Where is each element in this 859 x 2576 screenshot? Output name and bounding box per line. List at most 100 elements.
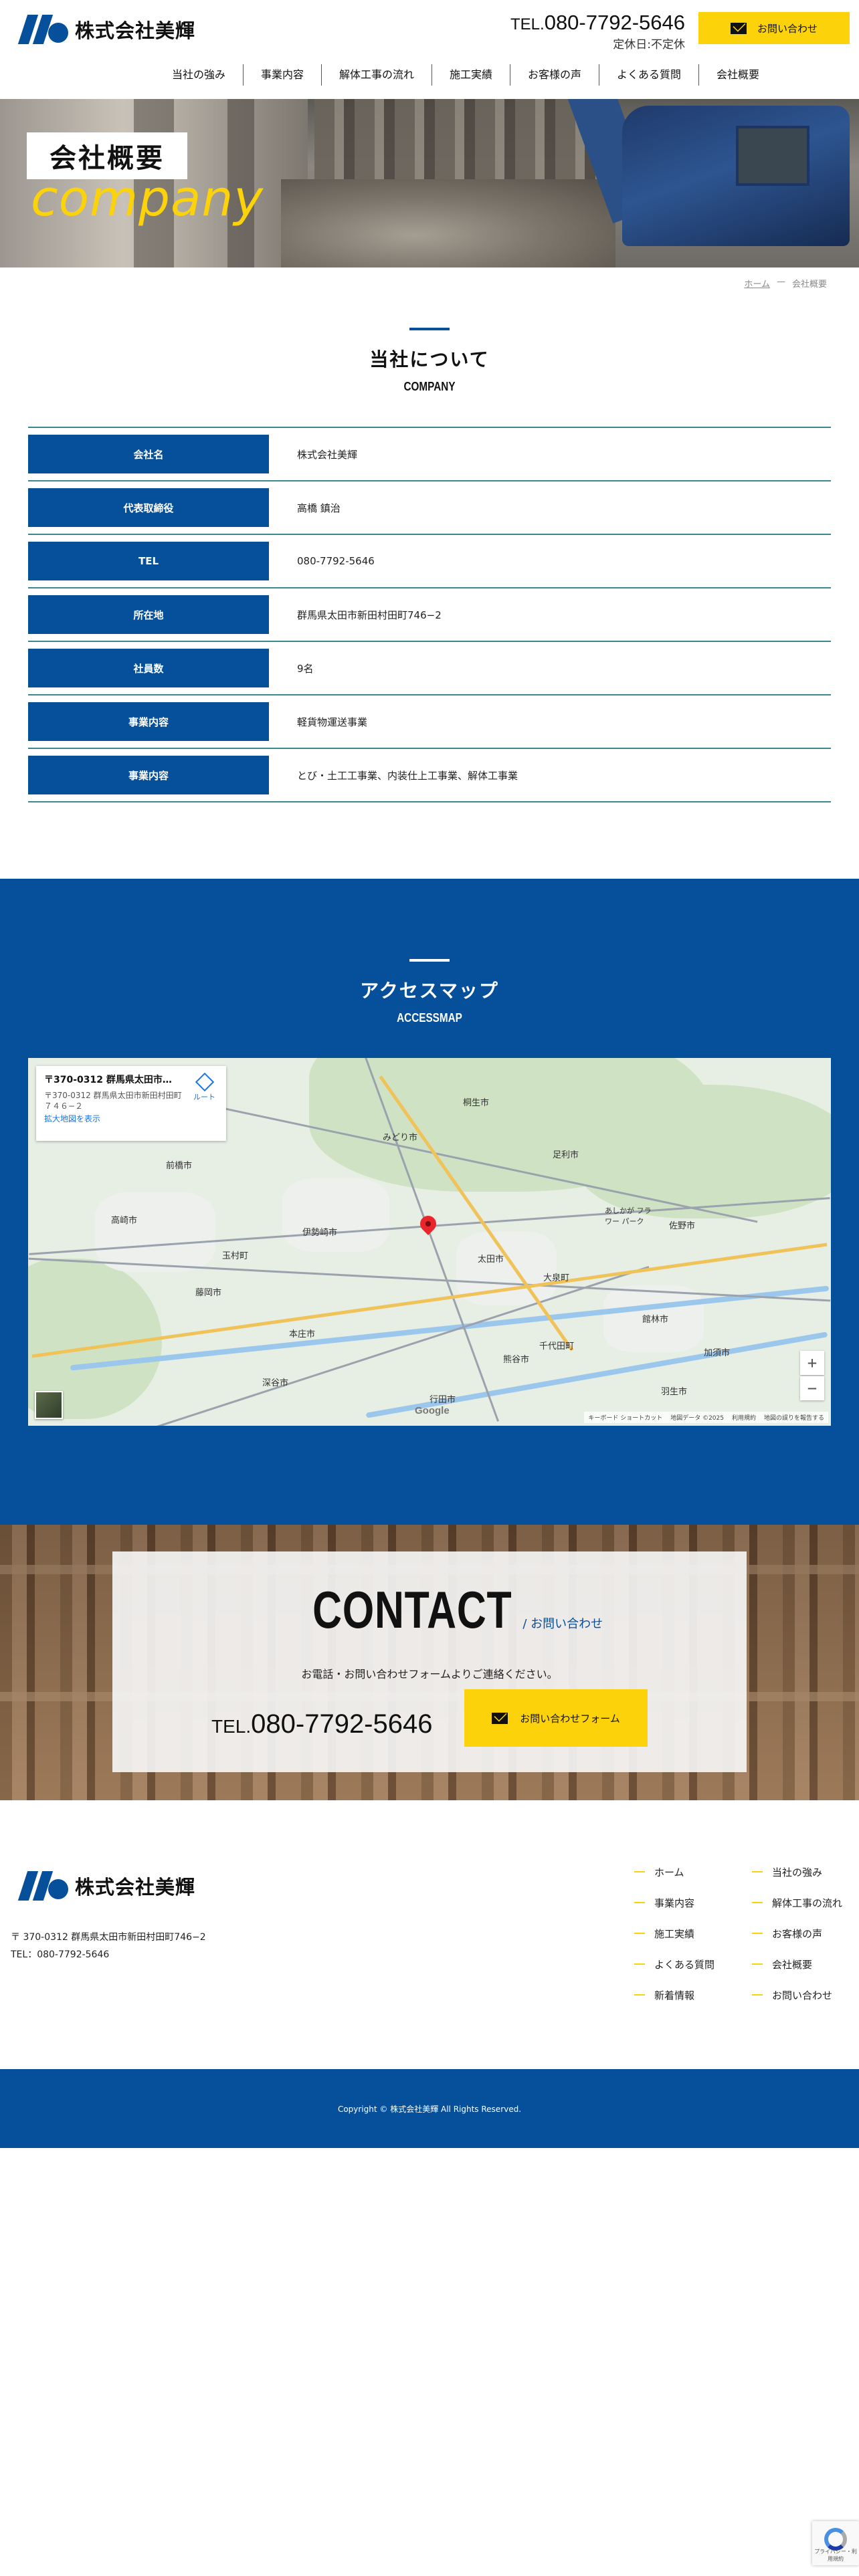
- dash-icon: [634, 1994, 645, 1996]
- map-zoom-out-button[interactable]: −: [800, 1376, 824, 1400]
- map-marker-icon[interactable]: [417, 1212, 440, 1235]
- table-row: 所在地 群馬県太田市新田村田町746−2: [28, 588, 831, 642]
- recaptcha-badge[interactable]: プライバシー・利用規約: [812, 2521, 859, 2565]
- map-card-address: 〒370-0312 群馬県太田市新田村田町７４６−２: [44, 1091, 182, 1111]
- footer-address: 〒 370-0312 群馬県太田市新田村田町746−2: [11, 1932, 206, 1943]
- row-value: 高橋 鎮治: [297, 502, 341, 514]
- row-value: 9名: [297, 662, 314, 675]
- row-value: 080-7792-5646: [297, 555, 375, 567]
- nav-item-services[interactable]: 事業内容: [242, 64, 321, 86]
- access-section: アクセスマップ ACCESSMAP 高崎市 伊勢崎市 みどり市 足利市 あしかが…: [0, 879, 859, 1525]
- footer-logo[interactable]: 株式会社美輝: [17, 1871, 196, 1901]
- company-title-jp: 当社について: [369, 348, 490, 370]
- footer-link-label: 新着情報: [654, 1989, 695, 2002]
- map-attribution: キーボード ショートカット 地図データ ©2025 利用規約 地図の誤りを報告す…: [584, 1412, 828, 1423]
- footer-link[interactable]: ホーム: [634, 1863, 752, 1881]
- table-row: 代表取締役 高橋 鎮治: [28, 481, 831, 535]
- map-label: 加須市: [704, 1348, 731, 1358]
- table-row: 事業内容 とび・土工工事業、内装仕上工事業、解体工事業: [28, 749, 831, 802]
- site-header: 株式会社美輝 TEL.080-7792-5646 定休日:不定休 お問い合わせ …: [0, 0, 859, 99]
- map-label: 桐生市: [463, 1098, 490, 1108]
- footer-link-label: お問い合わせ: [772, 1989, 833, 2002]
- footer-link-label: 事業内容: [654, 1897, 695, 1909]
- breadcrumb-home[interactable]: ホーム: [744, 277, 770, 290]
- map-label: 熊谷市: [503, 1355, 530, 1365]
- contact-title-jp: / お問い合わせ: [522, 1617, 603, 1631]
- recaptcha-text: プライバシー・利用規約: [814, 2549, 857, 2562]
- map-label: 高崎市: [111, 1216, 138, 1226]
- table-row: TEL 080-7792-5646: [28, 535, 831, 588]
- recaptcha-icon: [824, 2528, 847, 2551]
- hero-bg-debris: [281, 179, 615, 267]
- dash-icon: [634, 1933, 645, 1934]
- map-shortcuts-link[interactable]: キーボード ショートカット: [588, 1413, 662, 1422]
- breadcrumb-separator: —: [776, 277, 785, 287]
- access-heading: アクセスマップ ACCESSMAP: [0, 959, 859, 1025]
- google-logo: Google: [415, 1405, 450, 1416]
- map-terms-link[interactable]: 利用規約: [732, 1413, 756, 1422]
- row-label: 会社名: [28, 435, 269, 473]
- dash-icon: [634, 1963, 645, 1965]
- header-contact-button[interactable]: お問い合わせ: [698, 12, 850, 44]
- footer-link-label: 当社の強み: [772, 1866, 823, 1879]
- footer-link[interactable]: 新着情報: [634, 1986, 752, 2004]
- company-heading: 当社について COMPANY: [0, 328, 859, 394]
- site-footer: 株式会社美輝 〒 370-0312 群馬県太田市新田村田町746−2 TEL：0…: [0, 1800, 859, 2068]
- directions-icon: [195, 1072, 214, 1092]
- map-zoom-in-button[interactable]: +: [800, 1351, 824, 1375]
- row-value: 軽貨物運送事業: [297, 716, 368, 728]
- dash-icon: [634, 1902, 645, 1903]
- dash-icon: [634, 1871, 645, 1872]
- nav-item-voices[interactable]: お客様の声: [510, 64, 599, 86]
- nav-item-works[interactable]: 施工実績: [431, 64, 510, 86]
- map-enlarge-link[interactable]: 拡大地図を表示: [44, 1114, 100, 1123]
- header-contact-label: お問い合わせ: [757, 22, 818, 35]
- map-label: 本庄市: [289, 1329, 316, 1339]
- map-report-link[interactable]: 地図の誤りを報告する: [764, 1413, 824, 1422]
- map-label: 大泉町: [543, 1273, 570, 1283]
- map-satellite-toggle[interactable]: [35, 1391, 63, 1419]
- nav-item-company[interactable]: 会社概要: [698, 64, 777, 86]
- contact-form-label: お問い合わせフォーム: [520, 1712, 620, 1725]
- footer-link[interactable]: お客様の声: [752, 1925, 859, 1942]
- access-title-en: ACCESSMAP: [397, 1011, 462, 1025]
- row-value: 群馬県太田市新田村田町746−2: [297, 609, 442, 621]
- contact-title-en: CONTACT: [312, 1580, 512, 1639]
- google-map[interactable]: 高崎市 伊勢崎市 みどり市 足利市 あしかが フラワー パーク 前橋市 太田市 …: [28, 1058, 831, 1426]
- footer-address-block: 〒 370-0312 群馬県太田市新田村田町746−2 TEL：080-7792…: [11, 1929, 206, 1963]
- dash-icon: [752, 1871, 763, 1872]
- map-label: 佐野市: [669, 1221, 696, 1231]
- footer-link[interactable]: 事業内容: [634, 1894, 752, 1911]
- access-title-jp: アクセスマップ: [360, 980, 499, 1002]
- map-label: 伊勢崎市: [302, 1228, 338, 1238]
- tel-prefix: TEL.: [510, 15, 545, 33]
- map-label: 羽生市: [661, 1387, 688, 1397]
- footer-link[interactable]: 会社概要: [752, 1955, 859, 1973]
- nav-item-strengths[interactable]: 当社の強み: [155, 64, 243, 86]
- map-label: みどり市: [383, 1133, 418, 1143]
- copyright-bar: Copyright © 株式会社美輝 All Rights Reserved.: [0, 2069, 859, 2148]
- page-hero: 会社概要 company: [0, 99, 859, 267]
- contact-tel[interactable]: TEL.080-7792-5646: [211, 1709, 433, 1739]
- footer-link[interactable]: 施工実績: [634, 1925, 752, 1942]
- contact-form-button[interactable]: お問い合わせフォーム: [464, 1689, 648, 1747]
- table-row: 社員数 9名: [28, 642, 831, 695]
- footer-link[interactable]: よくある質問: [634, 1955, 752, 1973]
- contact-section: CONTACT / お問い合わせ お電話・お問い合わせフォームよりご連絡ください…: [0, 1525, 859, 1800]
- footer-link[interactable]: お問い合わせ: [752, 1986, 859, 2004]
- map-info-card: 〒370-0312 群馬県太田市新田村田町… 〒370-0312 群馬県太田市新…: [36, 1066, 226, 1141]
- footer-link[interactable]: 当社の強み: [752, 1863, 859, 1881]
- contact-description: お電話・お問い合わせフォームよりご連絡ください。: [301, 1668, 558, 1681]
- nav-item-flow[interactable]: 解体工事の流れ: [320, 64, 432, 86]
- footer-logo-text: 株式会社美輝: [75, 1876, 196, 1899]
- footer-link[interactable]: 解体工事の流れ: [752, 1894, 859, 1911]
- table-row: 会社名 株式会社美輝: [28, 428, 831, 481]
- breadcrumb: ホーム — 会社概要: [744, 277, 827, 290]
- site-logo[interactable]: 株式会社美輝: [17, 15, 195, 44]
- nav-item-faq[interactable]: よくある質問: [599, 64, 698, 86]
- map-label: 太田市: [478, 1255, 504, 1265]
- map-route-button[interactable]: ルート: [193, 1072, 215, 1102]
- footer-link-label: 施工実績: [654, 1927, 695, 1940]
- header-tel[interactable]: TEL.080-7792-5646: [510, 11, 685, 35]
- map-label: あしかが フラワー パーク: [605, 1206, 652, 1226]
